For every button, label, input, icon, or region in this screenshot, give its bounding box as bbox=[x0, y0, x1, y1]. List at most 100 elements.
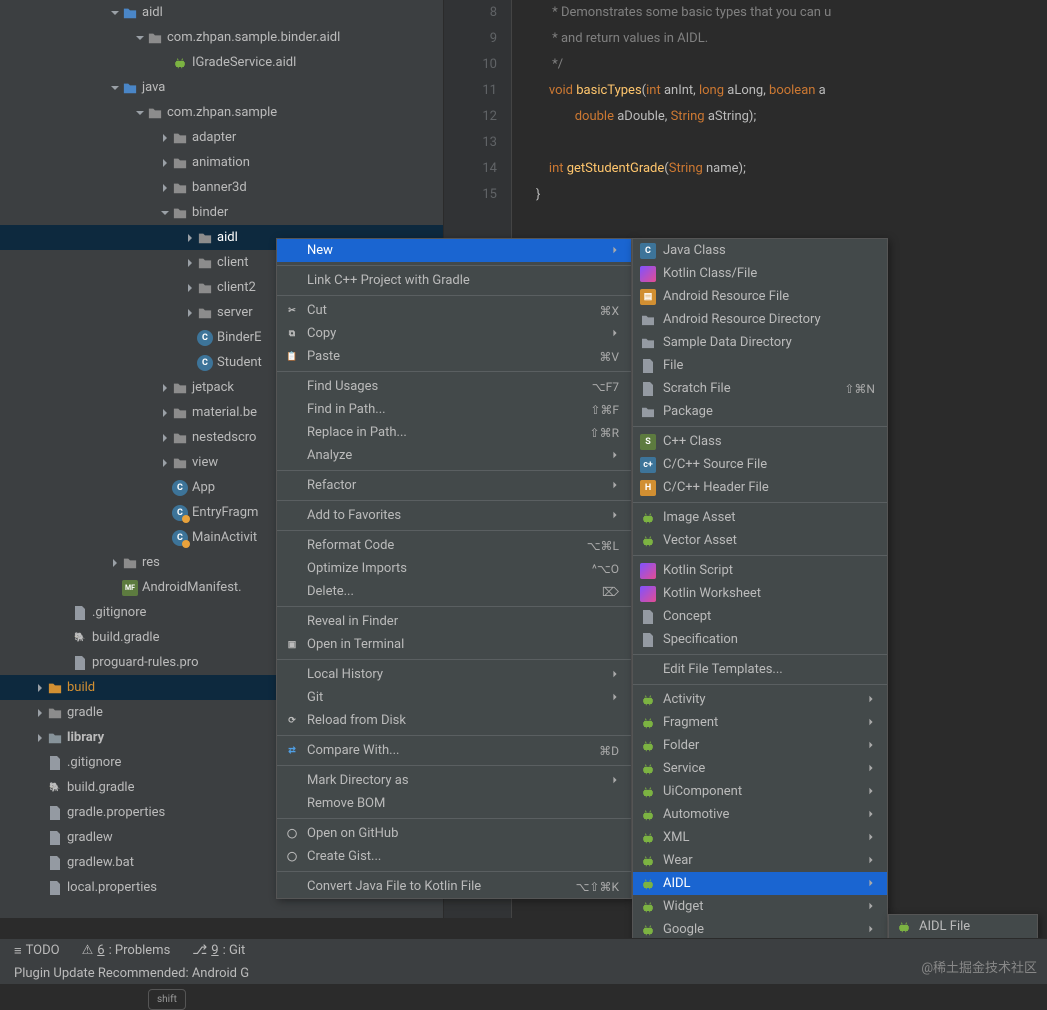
compare-icon: ⇄ bbox=[284, 743, 300, 759]
todo-button[interactable]: ≡ TODO bbox=[14, 943, 60, 959]
problems-button[interactable]: ⚠ 6: Problems bbox=[82, 943, 171, 958]
keyboard-overlay: shift bbox=[148, 989, 186, 1010]
menu-item-automotive[interactable]: Automotive bbox=[633, 803, 887, 826]
class-icon: C bbox=[197, 355, 213, 371]
aidl-icon bbox=[172, 55, 188, 71]
tree-item[interactable]: com.zhpan.sample bbox=[0, 100, 443, 125]
menu-item-edit-templates[interactable]: Edit File Templates... bbox=[633, 658, 887, 681]
menu-item-new[interactable]: New bbox=[277, 239, 631, 262]
menu-item-analyze[interactable]: Analyze bbox=[277, 444, 631, 467]
menu-item-find-in-path[interactable]: Find in Path...⇧⌘F bbox=[277, 398, 631, 421]
menu-item-remove-bom[interactable]: Remove BOM bbox=[277, 792, 631, 815]
file-icon bbox=[47, 830, 63, 846]
tree-item[interactable]: IGradeService.aidl bbox=[0, 50, 443, 75]
android-icon bbox=[640, 533, 656, 549]
menu-item-fragment[interactable]: Fragment bbox=[633, 711, 887, 734]
menu-item-xml[interactable]: XML bbox=[633, 826, 887, 849]
menu-item-delete[interactable]: Delete...⌦ bbox=[277, 580, 631, 603]
menu-item-vector-asset[interactable]: Vector Asset bbox=[633, 529, 887, 552]
menu-item-android-resource-dir[interactable]: Android Resource Directory bbox=[633, 308, 887, 331]
menu-item-find-usages[interactable]: Find Usages⌥F7 bbox=[277, 375, 631, 398]
resource-icon: ▤ bbox=[640, 289, 656, 305]
menu-item-java-class[interactable]: CJava Class bbox=[633, 239, 887, 262]
menu-item-uicomponent[interactable]: UiComponent bbox=[633, 780, 887, 803]
menu-item-refactor[interactable]: Refactor bbox=[277, 474, 631, 497]
menu-item-cpp-header[interactable]: HC/C++ Header File bbox=[633, 476, 887, 499]
file-icon bbox=[640, 358, 656, 374]
class-icon: C bbox=[172, 530, 188, 546]
menu-item-copy[interactable]: ⧉Copy bbox=[277, 322, 631, 345]
android-icon bbox=[640, 830, 656, 846]
menu-item-sample-data[interactable]: Sample Data Directory bbox=[633, 331, 887, 354]
git-button[interactable]: ⎇ 9: Git bbox=[192, 943, 245, 958]
cpp-icon: c+ bbox=[640, 457, 656, 473]
aidl-submenu[interactable]: AIDL File bbox=[888, 914, 1038, 939]
manifest-icon: MF bbox=[122, 580, 138, 596]
menu-item-folder-sub[interactable]: Folder bbox=[633, 734, 887, 757]
cut-icon: ✂ bbox=[284, 303, 300, 319]
new-submenu[interactable]: CJava Class Kotlin Class/File ▤Android R… bbox=[632, 238, 888, 965]
menu-item-kotlin-worksheet[interactable]: Kotlin Worksheet bbox=[633, 582, 887, 605]
menu-item-convert-kotlin[interactable]: Convert Java File to Kotlin File⌥⇧⌘K bbox=[277, 875, 631, 898]
menu-item-package[interactable]: Package bbox=[633, 400, 887, 423]
menu-item-widget[interactable]: Widget bbox=[633, 895, 887, 918]
tree-item[interactable]: adapter bbox=[0, 125, 443, 150]
tree-item[interactable]: aidl bbox=[0, 0, 443, 25]
menu-item-scratch[interactable]: Scratch File⇧⌘N bbox=[633, 377, 887, 400]
menu-item-aidl[interactable]: AIDL bbox=[633, 872, 887, 895]
copy-icon: ⧉ bbox=[284, 326, 300, 342]
menu-item-reformat[interactable]: Reformat Code⌥⌘L bbox=[277, 534, 631, 557]
menu-item-cut[interactable]: ✂Cut⌘X bbox=[277, 299, 631, 322]
menu-item-github[interactable]: ◯Open on GitHub bbox=[277, 822, 631, 845]
file-icon bbox=[47, 755, 63, 771]
menu-item-file[interactable]: File bbox=[633, 354, 887, 377]
context-menu[interactable]: New Link C++ Project with Gradle ✂Cut⌘X … bbox=[276, 238, 632, 899]
tree-item[interactable]: binder bbox=[0, 200, 443, 225]
menu-item-link-cpp[interactable]: Link C++ Project with Gradle bbox=[277, 269, 631, 292]
menu-item-aidl-file[interactable]: AIDL File bbox=[889, 915, 1037, 938]
menu-item-add-favorites[interactable]: Add to Favorites bbox=[277, 504, 631, 527]
file-icon bbox=[47, 855, 63, 871]
package-icon bbox=[197, 280, 213, 296]
menu-item-cpp-source[interactable]: c+C/C++ Source File bbox=[633, 453, 887, 476]
tree-item[interactable]: com.zhpan.sample.binder.aidl bbox=[0, 25, 443, 50]
package-icon bbox=[640, 404, 656, 420]
menu-item-image-asset[interactable]: Image Asset bbox=[633, 506, 887, 529]
tool-window-bar[interactable]: ≡ TODO ⚠ 6: Problems ⎇ 9: Git bbox=[0, 938, 1047, 962]
terminal-icon: ▣ bbox=[284, 637, 300, 653]
menu-item-reveal[interactable]: Reveal in Finder bbox=[277, 610, 631, 633]
android-icon bbox=[640, 876, 656, 892]
menu-item-git[interactable]: Git bbox=[277, 686, 631, 709]
android-icon bbox=[640, 899, 656, 915]
menu-item-reload[interactable]: ⟳Reload from Disk bbox=[277, 709, 631, 732]
folder-icon bbox=[640, 312, 656, 328]
package-icon bbox=[172, 130, 188, 146]
kotlin-icon bbox=[640, 266, 656, 282]
menu-item-optimize[interactable]: Optimize Imports^⌥O bbox=[277, 557, 631, 580]
tree-item[interactable]: java bbox=[0, 75, 443, 100]
menu-item-local-history[interactable]: Local History bbox=[277, 663, 631, 686]
android-icon bbox=[640, 715, 656, 731]
menu-item-compare[interactable]: ⇄Compare With...⌘D bbox=[277, 739, 631, 762]
menu-item-wear[interactable]: Wear bbox=[633, 849, 887, 872]
menu-item-kotlin-class[interactable]: Kotlin Class/File bbox=[633, 262, 887, 285]
menu-item-paste[interactable]: 📋Paste⌘V bbox=[277, 345, 631, 368]
menu-item-cpp-class[interactable]: SC++ Class bbox=[633, 430, 887, 453]
menu-item-mark-dir[interactable]: Mark Directory as bbox=[277, 769, 631, 792]
android-icon bbox=[640, 761, 656, 777]
menu-item-activity[interactable]: Activity bbox=[633, 688, 887, 711]
package-icon bbox=[172, 205, 188, 221]
file-icon bbox=[47, 880, 63, 896]
menu-item-replace-in-path[interactable]: Replace in Path...⇧⌘R bbox=[277, 421, 631, 444]
tree-item[interactable]: banner3d bbox=[0, 175, 443, 200]
tree-item[interactable]: animation bbox=[0, 150, 443, 175]
menu-item-specification[interactable]: Specification bbox=[633, 628, 887, 651]
menu-item-service[interactable]: Service bbox=[633, 757, 887, 780]
menu-item-kotlin-script[interactable]: Kotlin Script bbox=[633, 559, 887, 582]
menu-item-terminal[interactable]: ▣Open in Terminal bbox=[277, 633, 631, 656]
menu-item-gist[interactable]: ◯Create Gist... bbox=[277, 845, 631, 868]
package-icon bbox=[197, 305, 213, 321]
menu-item-concept[interactable]: Concept bbox=[633, 605, 887, 628]
menu-item-android-resource-file[interactable]: ▤Android Resource File bbox=[633, 285, 887, 308]
module-icon bbox=[47, 730, 63, 746]
